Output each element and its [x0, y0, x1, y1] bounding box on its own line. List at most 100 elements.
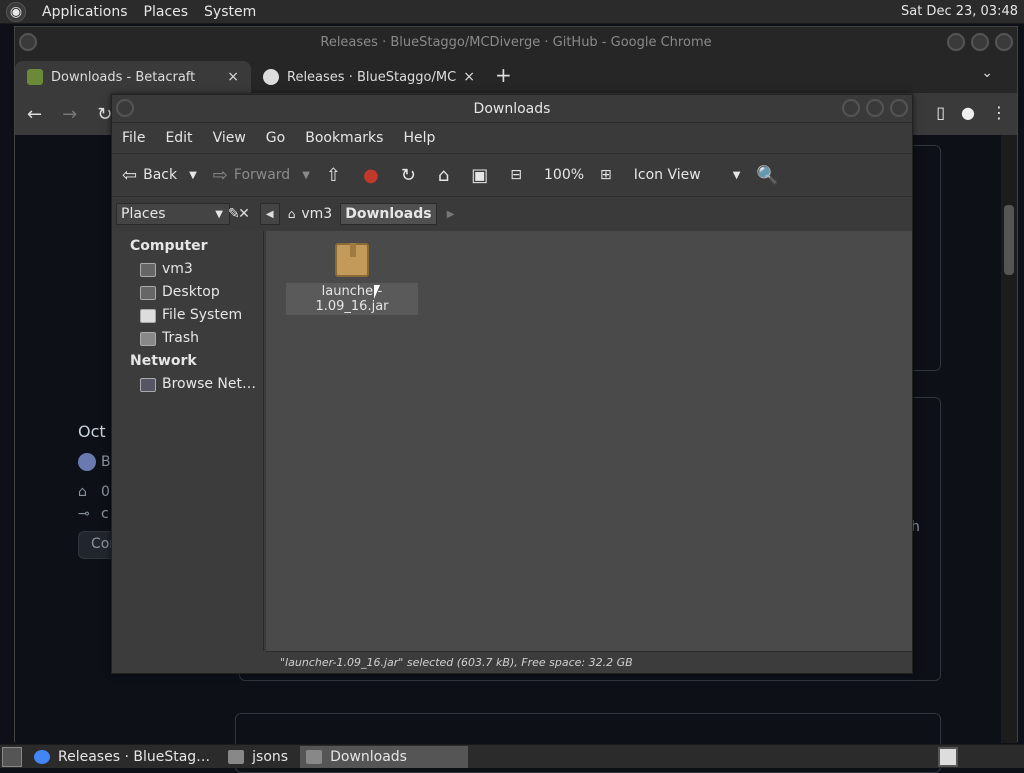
- up-button[interactable]: ⇧: [326, 165, 347, 186]
- chrome-icon: [34, 749, 50, 764]
- stop-button[interactable]: ●: [363, 165, 385, 186]
- breadcrumb-vm3-label: vm3: [301, 206, 333, 222]
- forward-label: Forward: [233, 167, 291, 183]
- taskbar-item-jsons[interactable]: jsons: [222, 746, 294, 768]
- sidebar-heading-network: Network: [130, 353, 197, 369]
- show-desktop-icon[interactable]: [2, 746, 22, 767]
- sidebar-item-browse-network[interactable]: Browse Net…: [112, 373, 263, 396]
- kebab-menu-icon[interactable]: ⋮: [991, 103, 1007, 122]
- reload-button[interactable]: ↻: [401, 165, 422, 186]
- menu-edit[interactable]: Edit: [165, 130, 192, 146]
- breadcrumb-vm3[interactable]: ⌂ vm3: [284, 203, 336, 225]
- sidebar-item-label: Trash: [162, 330, 199, 346]
- breadcrumb-left-arrow-icon[interactable]: ◀: [259, 203, 280, 225]
- release-commit[interactable]: c: [101, 506, 109, 522]
- chrome-toolbar-right: ▯ ● ⋮: [936, 103, 1007, 122]
- menu-help[interactable]: Help: [403, 130, 435, 146]
- profile-icon[interactable]: ●: [961, 103, 975, 122]
- sidebar-item-trash[interactable]: Trash: [112, 327, 263, 350]
- back-arrow-icon: ⇦: [122, 164, 138, 186]
- menu-bookmarks[interactable]: Bookmarks: [305, 130, 383, 146]
- menu-view[interactable]: View: [213, 130, 246, 146]
- close-icon[interactable]: ×: [463, 69, 475, 85]
- forward-button[interactable]: ⇨ Forward ▼: [213, 165, 310, 186]
- zoom-in-button[interactable]: ⊞: [600, 167, 618, 183]
- sidebar-item-file-system[interactable]: File System: [112, 304, 263, 327]
- back-button[interactable]: ⇦ Back ▼: [122, 165, 197, 186]
- search-button[interactable]: 🔍: [756, 165, 784, 186]
- distro-logo-icon[interactable]: ◉: [6, 1, 26, 22]
- view-mode-label: Icon View: [633, 167, 701, 183]
- release-author[interactable]: B: [101, 454, 111, 470]
- desktop-folder-icon: [140, 285, 156, 300]
- breadcrumb-downloads[interactable]: Downloads: [340, 203, 437, 225]
- forward-arrow-icon: ⇨: [212, 164, 228, 186]
- chrome-menu-button[interactable]: [19, 33, 37, 51]
- zoom-level: 100%: [544, 167, 584, 183]
- stop-icon: ●: [363, 164, 379, 186]
- file-view[interactable]: launcher-1.09_16.jar: [266, 231, 912, 651]
- tab-github-releases[interactable]: Releases · BlueStaggo/MCDiverge ×: [251, 61, 487, 93]
- file-manager-window: Downloads File Edit View Go Bookmarks He…: [111, 94, 913, 674]
- maximize-button[interactable]: [971, 33, 989, 51]
- taskbar-item-chrome[interactable]: Releases · BlueStag…: [28, 746, 216, 768]
- github-favicon-icon: [263, 69, 279, 85]
- file-manager-titlebar[interactable]: Downloads: [112, 95, 912, 123]
- minimize-button[interactable]: [947, 33, 965, 51]
- up-arrow-icon: ⇧: [325, 164, 341, 186]
- sidebar-item-label: vm3: [162, 261, 193, 277]
- system-menu[interactable]: System: [204, 4, 256, 20]
- menu-go[interactable]: Go: [266, 130, 285, 146]
- zoom-out-icon: ⊟: [510, 167, 522, 183]
- zoom-level-text: 100%: [544, 167, 585, 183]
- clock[interactable]: Sat Dec 23, 03:48: [901, 4, 1018, 19]
- forward-arrow-icon[interactable]: →: [62, 104, 77, 125]
- close-window-button[interactable]: [890, 99, 908, 117]
- breadcrumb-right-arrow-icon[interactable]: ▶: [441, 203, 461, 225]
- sidebar-item-label: Desktop: [162, 284, 220, 300]
- minimize-button[interactable]: [842, 99, 860, 117]
- home-folder-icon: [140, 262, 156, 277]
- tab-title: Releases · BlueStaggo/MCDiverge: [287, 69, 457, 85]
- tab-betacraft[interactable]: Downloads - Betacraft ×: [15, 61, 251, 93]
- status-bar: "launcher-1.09_16.jar" selected (603.7 k…: [266, 651, 912, 673]
- workspace-switcher[interactable]: [938, 747, 958, 767]
- taskbar-item-downloads[interactable]: Downloads: [300, 745, 469, 768]
- avatar[interactable]: [78, 453, 96, 471]
- chevron-down-icon[interactable]: ▼: [302, 170, 310, 181]
- menu-file[interactable]: File: [122, 130, 145, 146]
- trash-icon: [140, 331, 156, 346]
- folder-icon: [306, 749, 323, 764]
- maximize-button[interactable]: [866, 99, 884, 117]
- close-window-button[interactable]: [995, 33, 1013, 51]
- panel-menus: ◉ Applications Places System: [0, 0, 272, 24]
- sidebar-item-vm3[interactable]: vm3: [112, 258, 263, 281]
- chevron-down-icon[interactable]: ⌄: [981, 65, 993, 81]
- chevron-down-icon: ▼: [732, 169, 741, 181]
- view-mode-select[interactable]: Icon View ▼: [634, 167, 741, 183]
- file-item[interactable]: launcher-1.09_16.jar: [286, 243, 418, 315]
- betacraft-favicon-icon: [27, 69, 43, 85]
- release-tag[interactable]: 0: [101, 484, 110, 500]
- applications-menu[interactable]: Applications: [42, 4, 128, 20]
- sidebar-item-desktop[interactable]: Desktop: [112, 281, 263, 304]
- page-scrollbar[interactable]: [1001, 135, 1017, 743]
- computer-button[interactable]: ▣: [471, 165, 494, 186]
- file-name: launcher-1.09_16.jar: [286, 283, 418, 315]
- chevron-down-icon[interactable]: ▼: [189, 170, 197, 181]
- chrome-titlebar[interactable]: Releases · BlueStaggo/MCDiverge · GitHub…: [15, 27, 1017, 57]
- edit-location-icon[interactable]: ✎: [224, 203, 244, 225]
- file-manager-window-controls: [842, 99, 908, 117]
- zoom-out-button[interactable]: ⊟: [510, 167, 528, 183]
- tab-title: Downloads - Betacraft: [51, 69, 196, 85]
- new-tab-button[interactable]: +: [495, 63, 512, 87]
- home-button[interactable]: ⌂: [438, 165, 455, 186]
- back-arrow-icon[interactable]: ←: [27, 104, 42, 125]
- places-menu[interactable]: Places: [144, 4, 189, 20]
- side-panel-icon[interactable]: ▯: [936, 103, 945, 122]
- taskbar-item-label: Releases · BlueStag…: [58, 748, 211, 765]
- close-icon[interactable]: ×: [227, 69, 239, 85]
- sidebar-mode-select[interactable]: Places ▼: [116, 203, 230, 225]
- file-manager-menu-button[interactable]: [116, 99, 134, 117]
- zoom-in-icon: ⊞: [600, 167, 612, 183]
